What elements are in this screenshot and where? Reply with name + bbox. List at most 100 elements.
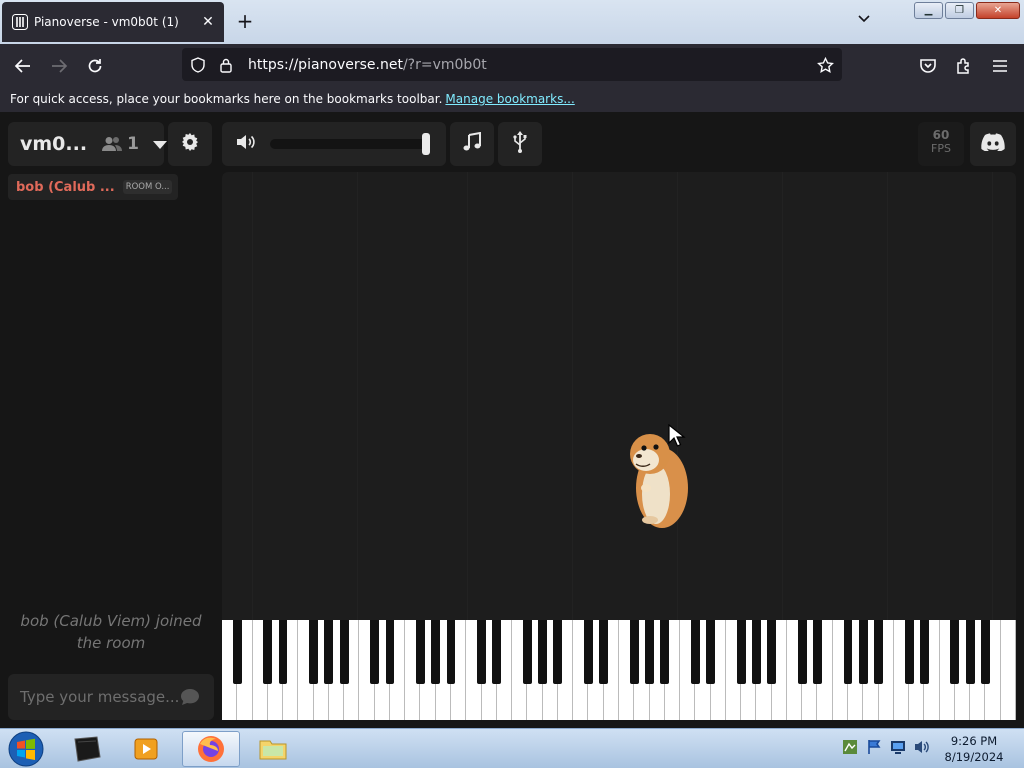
- minimize-icon[interactable]: ▁: [914, 2, 943, 19]
- piano-keyboard[interactable]: [222, 620, 1016, 720]
- extensions-puzzle-icon[interactable]: [951, 53, 977, 79]
- piano-black-key[interactable]: [431, 620, 441, 684]
- piano-black-key[interactable]: [919, 620, 929, 684]
- room-selector[interactable]: vm0... 1: [8, 122, 167, 166]
- bookmark-star-icon[interactable]: [812, 52, 838, 78]
- start-button[interactable]: [6, 730, 46, 768]
- close-window-icon[interactable]: ✕: [976, 2, 1020, 19]
- piano-black-key[interactable]: [965, 620, 975, 684]
- piano-black-key[interactable]: [797, 620, 807, 684]
- midi-usb-button[interactable]: [498, 122, 542, 166]
- discord-button[interactable]: [970, 122, 1016, 166]
- piano-black-key[interactable]: [370, 620, 380, 684]
- hamburger-menu-icon[interactable]: [987, 53, 1013, 79]
- chat-bubble-icon[interactable]: [180, 688, 200, 710]
- piano-black-key[interactable]: [584, 620, 593, 684]
- address-bar[interactable]: https://pianoverse.net/?r=vm0b0t: [182, 48, 842, 81]
- room-name: vm0...: [20, 133, 88, 155]
- settings-button[interactable]: [168, 122, 212, 166]
- discord-icon: [981, 133, 1005, 155]
- shield-icon[interactable]: [186, 53, 210, 77]
- piano-black-key[interactable]: [416, 620, 425, 684]
- taskbar-app-firefox[interactable]: [182, 731, 240, 767]
- piano-black-key[interactable]: [263, 620, 273, 684]
- folder-icon: [259, 740, 287, 760]
- new-tab-plus-icon[interactable]: +: [234, 10, 256, 32]
- gear-icon: [181, 133, 199, 155]
- piano-black-key[interactable]: [324, 620, 334, 684]
- piano-black-key[interactable]: [309, 620, 319, 684]
- browser-tab-bar: Pianoverse - vm0b0t (1) ✕ + ▁ ❐ ✕: [0, 0, 1024, 44]
- windows-logo-icon: [8, 731, 44, 767]
- piano-black-key[interactable]: [553, 620, 563, 684]
- piano-black-key[interactable]: [385, 620, 395, 684]
- volume-slider-thumb[interactable]: [422, 133, 430, 155]
- taskbar-app-explorer[interactable]: [244, 731, 302, 767]
- lock-icon[interactable]: [214, 53, 238, 77]
- piano-black-key[interactable]: [843, 620, 853, 684]
- bookmarks-toolbar: For quick access, place your bookmarks h…: [0, 86, 1024, 112]
- taskbar-clock[interactable]: 9:26 PM 8/19/2024: [940, 733, 1008, 765]
- action-center-flag-icon[interactable]: [866, 739, 882, 755]
- clock-time: 9:26 PM: [950, 734, 998, 748]
- caret-down-icon[interactable]: [152, 135, 167, 154]
- users-icon: [101, 136, 123, 152]
- taskbar-app-media-player[interactable]: [118, 731, 176, 767]
- restore-icon[interactable]: ❐: [945, 2, 974, 19]
- chat-placeholder: Type your message...: [20, 688, 180, 706]
- pianoverse-page: vm0... 1 bob (Calub ... ROOM O... 60 FPS…: [0, 112, 1024, 728]
- piano-black-key[interactable]: [232, 620, 242, 684]
- piano-black-key[interactable]: [858, 620, 868, 684]
- piano-black-key[interactable]: [706, 620, 716, 684]
- usb-icon: [512, 131, 528, 157]
- room-owner-badge: ROOM O...: [122, 180, 173, 194]
- piano-black-key[interactable]: [477, 620, 486, 684]
- piano-black-key[interactable]: [446, 620, 456, 684]
- piano-black-key[interactable]: [538, 620, 548, 684]
- pocket-icon[interactable]: [915, 53, 941, 79]
- manage-bookmarks-link[interactable]: Manage bookmarks...: [445, 92, 574, 106]
- piano-black-key[interactable]: [522, 620, 532, 684]
- chat-message: bob (Calub Viem) joined the room: [20, 612, 202, 652]
- pianoverse-favicon-icon: [12, 14, 28, 30]
- tab-close-icon[interactable]: ✕: [198, 14, 218, 30]
- user-name: bob (Calub ...: [16, 179, 115, 195]
- piano-black-key[interactable]: [904, 620, 914, 684]
- url-domain: https://pianoverse.net: [248, 56, 403, 73]
- speaker-volume-icon[interactable]: [914, 739, 930, 755]
- piano-black-key[interactable]: [874, 620, 883, 684]
- window-controls: ▁ ❐ ✕: [914, 2, 1020, 19]
- note-visualizer: [222, 172, 1016, 620]
- user-count: 1: [127, 134, 139, 154]
- piano-black-key[interactable]: [813, 620, 822, 684]
- reload-icon[interactable]: [82, 53, 108, 79]
- browser-tab[interactable]: Pianoverse - vm0b0t (1) ✕: [2, 2, 224, 42]
- piano-black-key[interactable]: [660, 620, 670, 684]
- volume-slider[interactable]: [270, 133, 430, 155]
- piano-black-key[interactable]: [767, 620, 777, 684]
- piano-black-key[interactable]: [645, 620, 654, 684]
- network-monitor-icon[interactable]: [890, 739, 906, 755]
- url-text[interactable]: https://pianoverse.net/?r=vm0b0t: [248, 57, 487, 73]
- volume-speaker-icon[interactable]: [236, 134, 256, 154]
- piano-black-key[interactable]: [339, 620, 349, 684]
- piano-white-key[interactable]: [1000, 620, 1016, 720]
- forward-arrow-icon[interactable]: [46, 53, 72, 79]
- piano-black-key[interactable]: [950, 620, 960, 684]
- piano-black-key[interactable]: [599, 620, 609, 684]
- piano-black-key[interactable]: [751, 620, 761, 684]
- piano-black-key[interactable]: [736, 620, 746, 684]
- piano-black-key[interactable]: [690, 620, 700, 684]
- tray-app-icon[interactable]: [842, 739, 858, 755]
- taskbar-app-terminal[interactable]: [58, 731, 116, 767]
- music-button[interactable]: [450, 122, 494, 166]
- chevron-down-icon[interactable]: [854, 12, 874, 32]
- chat-input[interactable]: Type your message...: [8, 674, 214, 720]
- fps-label: FPS: [931, 142, 951, 155]
- piano-black-key[interactable]: [492, 620, 502, 684]
- piano-black-key[interactable]: [278, 620, 288, 684]
- piano-black-key[interactable]: [981, 620, 990, 684]
- piano-black-key[interactable]: [629, 620, 639, 684]
- back-arrow-icon[interactable]: [10, 53, 36, 79]
- user-list-item[interactable]: bob (Calub ... ROOM O...: [8, 174, 178, 200]
